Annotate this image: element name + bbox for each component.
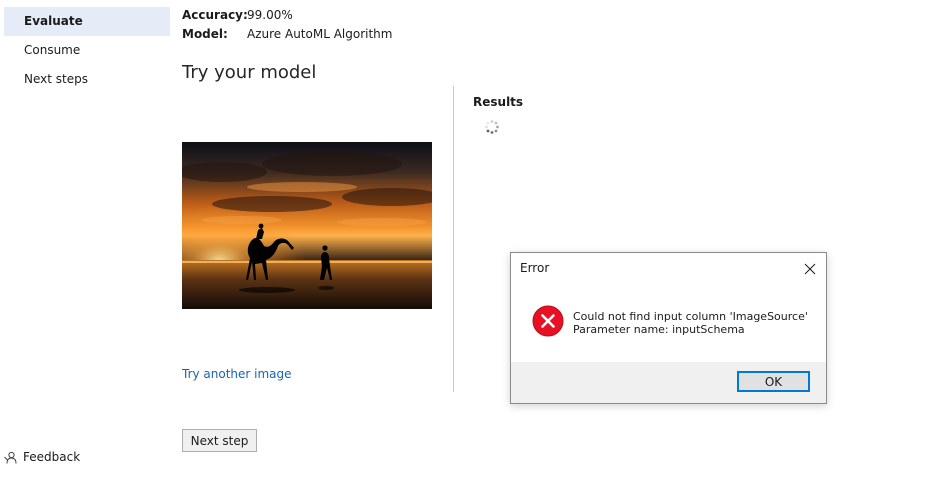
feedback-icon <box>4 451 17 464</box>
next-step-button[interactable]: Next step <box>182 429 257 452</box>
feedback-label: Feedback <box>23 450 81 464</box>
nav-item-evaluate[interactable]: Evaluate <box>4 7 170 36</box>
accuracy-label: Accuracy: <box>182 8 248 22</box>
error-message-line-1: Could not find input column 'ImageSource… <box>573 310 808 323</box>
panel-divider <box>453 86 454 392</box>
error-dialog: Error Could not find input column 'Image… <box>510 252 827 404</box>
left-nav: Evaluate Consume Next steps <box>4 7 170 94</box>
ok-button[interactable]: OK <box>737 371 810 392</box>
model-label: Model: <box>182 27 228 41</box>
nav-item-next-steps[interactable]: Next steps <box>4 65 170 94</box>
try-another-image-link[interactable]: Try another image <box>182 367 292 381</box>
error-message-line-2: Parameter name: inputSchema <box>573 323 745 336</box>
close-icon[interactable] <box>799 258 821 280</box>
dialog-footer: OK <box>511 362 826 403</box>
dialog-title: Error <box>520 261 550 275</box>
model-info: Accuracy: 99.00% Model: Azure AutoML Alg… <box>182 6 392 44</box>
spinner-icon <box>484 119 500 138</box>
model-value: Azure AutoML Algorithm <box>247 27 393 41</box>
try-model-title: Try your model <box>182 62 317 83</box>
camel-sunset-photo <box>182 142 432 309</box>
results-title: Results <box>473 95 524 109</box>
accuracy-value: 99.00% <box>247 8 293 22</box>
feedback-link[interactable]: Feedback <box>4 447 80 467</box>
nav-item-consume[interactable]: Consume <box>4 36 170 65</box>
error-message: Could not find input column 'ImageSource… <box>573 310 808 336</box>
error-icon <box>532 305 564 340</box>
